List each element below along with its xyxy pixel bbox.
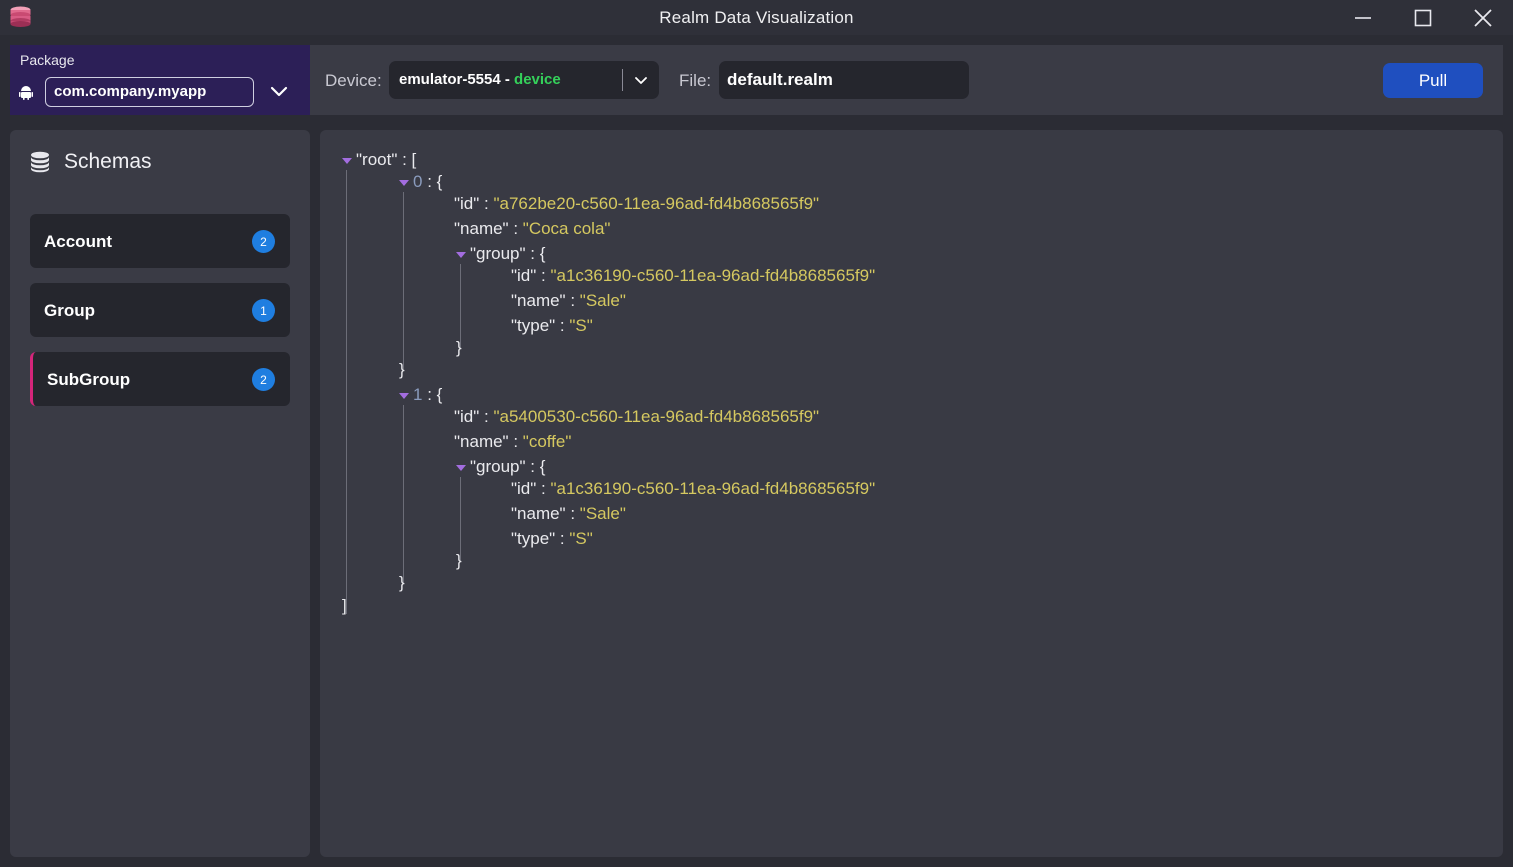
json-close-brace: } bbox=[456, 551, 462, 570]
json-field-line: "id" : "a5400530-c560-11ea-96ad-fd4b8685… bbox=[454, 407, 820, 426]
json-key: "id" bbox=[454, 407, 480, 426]
json-key: "group" bbox=[470, 244, 526, 263]
chevron-down-icon[interactable] bbox=[268, 80, 290, 102]
tree-guide-line bbox=[403, 405, 404, 583]
window-title: Realm Data Visualization bbox=[659, 7, 854, 27]
package-label: Package bbox=[20, 52, 75, 68]
count-badge: 1 bbox=[252, 299, 275, 322]
maximize-icon bbox=[1414, 9, 1432, 26]
json-value: "Sale" bbox=[579, 291, 626, 310]
json-value: "a1c36190-c560-11ea-96ad-fd4b868565f9" bbox=[550, 266, 876, 285]
json-key: "name" bbox=[454, 219, 509, 238]
count-badge: 2 bbox=[252, 368, 275, 391]
maximize-button[interactable] bbox=[1393, 0, 1453, 35]
json-close-brace: } bbox=[456, 338, 462, 357]
json-key: "root" bbox=[356, 150, 398, 169]
tree-guide-line bbox=[346, 170, 347, 614]
title-bar: Realm Data Visualization bbox=[0, 0, 1513, 35]
json-field-line: "id" : "a1c36190-c560-11ea-96ad-fd4b8685… bbox=[511, 266, 876, 285]
json-value: "Coca cola" bbox=[522, 219, 611, 238]
database-icon bbox=[31, 151, 49, 173]
collapse-triangle-icon[interactable] bbox=[342, 157, 352, 164]
json-value: "Sale" bbox=[579, 504, 626, 523]
android-icon bbox=[19, 86, 33, 100]
schemas-title: Schemas bbox=[64, 150, 152, 173]
json-object-line[interactable]: "group" : { bbox=[456, 244, 545, 264]
schemas-sidebar: Schemas Account 2 Group 1 SubGroup 2 bbox=[10, 130, 310, 857]
json-record-line[interactable]: 0 : { bbox=[399, 172, 442, 192]
schemas-header: Schemas bbox=[30, 150, 152, 174]
schema-item-label: Account bbox=[44, 232, 112, 251]
json-value: "a1c36190-c560-11ea-96ad-fd4b868565f9" bbox=[550, 479, 876, 498]
device-label: Device: bbox=[325, 71, 382, 90]
json-key: "type" bbox=[511, 529, 556, 548]
json-field-line: "name" : "Sale" bbox=[511, 504, 626, 523]
json-index: 1 bbox=[413, 385, 423, 404]
device-type: device bbox=[514, 71, 561, 88]
json-key: "name" bbox=[511, 291, 566, 310]
collapse-triangle-icon[interactable] bbox=[456, 251, 466, 258]
toolbar: Device: emulator-5554 - device File: Pul… bbox=[310, 45, 1503, 115]
json-record-line[interactable]: 1 : { bbox=[399, 385, 442, 405]
json-field-line: "name" : "coffe" bbox=[454, 432, 572, 451]
minimize-icon bbox=[1355, 16, 1371, 19]
json-key: "id" bbox=[511, 479, 537, 498]
tree-guide-line bbox=[403, 192, 404, 370]
collapse-triangle-icon[interactable] bbox=[456, 464, 466, 471]
close-icon bbox=[1474, 8, 1492, 27]
close-button[interactable] bbox=[1453, 0, 1513, 35]
select-divider bbox=[622, 69, 623, 91]
json-viewer: "root" : [ 0 : { "id" : "a762be20-c560-1… bbox=[320, 130, 1503, 857]
collapse-triangle-icon[interactable] bbox=[399, 392, 409, 399]
package-panel: Package com.company.myapp bbox=[10, 45, 310, 115]
file-label: File: bbox=[679, 71, 712, 90]
app-logo-icon bbox=[10, 6, 31, 27]
json-root-line[interactable]: "root" : [ bbox=[342, 150, 416, 170]
json-field-line: "id" : "a1c36190-c560-11ea-96ad-fd4b8685… bbox=[511, 479, 876, 498]
json-value: "coffe" bbox=[522, 432, 572, 451]
json-key: "id" bbox=[454, 194, 480, 213]
json-field-line: "type" : "S" bbox=[511, 529, 593, 548]
schema-item-group[interactable]: Group 1 bbox=[30, 283, 290, 337]
schema-item-account[interactable]: Account 2 bbox=[30, 214, 290, 268]
chevron-down-icon[interactable] bbox=[631, 70, 651, 90]
device-name: emulator-5554 - device bbox=[399, 71, 561, 88]
json-key: "name" bbox=[511, 504, 566, 523]
pull-button[interactable]: Pull bbox=[1383, 63, 1483, 98]
json-field-line: "id" : "a762be20-c560-11ea-96ad-fd4b8685… bbox=[454, 194, 820, 213]
json-index: 0 bbox=[413, 172, 423, 191]
tree-guide-line bbox=[460, 477, 461, 561]
file-input[interactable] bbox=[719, 61, 969, 99]
json-key: "name" bbox=[454, 432, 509, 451]
json-close-bracket: ] bbox=[342, 596, 347, 615]
schema-item-label: SubGroup bbox=[47, 370, 131, 389]
json-field-line: "name" : "Sale" bbox=[511, 291, 626, 310]
json-close-brace: } bbox=[399, 360, 405, 379]
json-field-line: "type" : "S" bbox=[511, 316, 593, 335]
collapse-triangle-icon[interactable] bbox=[399, 179, 409, 186]
json-key: "id" bbox=[511, 266, 537, 285]
json-value: "S" bbox=[569, 529, 593, 548]
package-select[interactable]: com.company.myapp bbox=[45, 77, 254, 107]
json-field-line: "name" : "Coca cola" bbox=[454, 219, 611, 238]
tree-guide-line bbox=[460, 264, 461, 348]
json-close-brace: } bbox=[399, 573, 405, 592]
json-value: "a762be20-c560-11ea-96ad-fd4b868565f9" bbox=[493, 194, 820, 213]
json-value: "a5400530-c560-11ea-96ad-fd4b868565f9" bbox=[493, 407, 820, 426]
schema-item-label: Group bbox=[44, 301, 95, 320]
json-key: "group" bbox=[470, 457, 526, 476]
device-id: emulator-5554 - bbox=[399, 71, 510, 88]
count-badge: 2 bbox=[252, 230, 275, 253]
json-key: "type" bbox=[511, 316, 556, 335]
minimize-button[interactable] bbox=[1333, 0, 1393, 35]
schema-item-subgroup[interactable]: SubGroup 2 bbox=[30, 352, 290, 406]
json-value: "S" bbox=[569, 316, 593, 335]
json-tree: "root" : [ 0 : { "id" : "a762be20-c560-1… bbox=[320, 130, 1503, 857]
device-select[interactable]: emulator-5554 - device bbox=[389, 61, 659, 99]
json-object-line[interactable]: "group" : { bbox=[456, 457, 545, 477]
